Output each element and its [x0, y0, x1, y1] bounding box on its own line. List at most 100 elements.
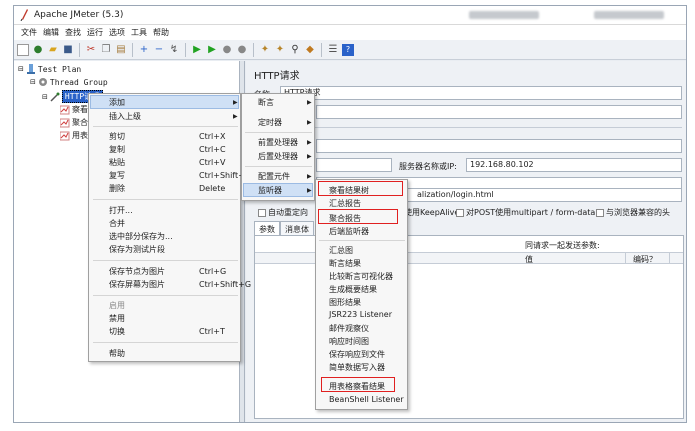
submenu-item-config-elements[interactable]: 配置元件 — [258, 171, 290, 182]
menu-edit[interactable]: 编辑 — [40, 25, 62, 40]
copy-icon[interactable]: ❐ — [100, 44, 112, 56]
toolbar-separator — [253, 42, 254, 57]
listener-generate-summary[interactable]: 生成概要结果 — [329, 284, 377, 295]
menu-file[interactable]: 文件 — [18, 25, 40, 40]
comments-field[interactable] — [316, 105, 682, 119]
auto-redirect-option[interactable]: 自动重定向 — [258, 207, 308, 218]
menu-item-duplicate[interactable]: 复写 Ctrl+Shift+C — [109, 170, 250, 181]
listener-mailer-visualizer[interactable]: 邮件观察仪 — [329, 323, 369, 334]
path-field[interactable]: alization/login.html — [386, 188, 682, 202]
menu-run[interactable]: 运行 — [84, 25, 106, 40]
window-title: Apache JMeter (5.3) — [34, 10, 124, 20]
protocol-small-field[interactable] — [316, 158, 392, 172]
save-icon[interactable]: ■ — [62, 44, 74, 56]
jmeter-feather-icon — [20, 9, 28, 21]
menu-item-copy[interactable]: 复制 Ctrl+C — [109, 144, 239, 155]
send-params-label: 同请求一起发送参数: — [525, 241, 600, 250]
function-helper-icon[interactable]: ☰ — [327, 44, 339, 56]
collapse-toggle-icon[interactable]: ⊟ — [42, 93, 48, 101]
search-icon[interactable]: ⚲ — [289, 44, 301, 56]
toolbar-separator — [132, 42, 133, 57]
listener-graph-results[interactable]: 图形结果 — [329, 297, 361, 308]
listener-jsr223[interactable]: JSR223 Listener — [329, 310, 392, 319]
menu-item-paste[interactable]: 粘贴 Ctrl+V — [109, 157, 239, 168]
menu-item-save-screen-image[interactable]: 保存屏幕为图片 Ctrl+Shift+G — [109, 279, 251, 290]
menu-item-delete[interactable]: 删除 Delete — [109, 183, 239, 194]
listener-backend-listener[interactable]: 后端监听器 — [329, 226, 369, 237]
reset-search-icon[interactable]: ◆ — [304, 44, 316, 56]
submenu-item-timers[interactable]: 定时器 — [258, 117, 282, 128]
new-icon[interactable] — [17, 43, 29, 56]
multipart-option[interactable]: 对POST使用multipart / form-data — [456, 207, 595, 218]
submenu-item-pre-processors[interactable]: 前置处理器 — [258, 137, 298, 148]
keepalive-option[interactable]: 使用KeepAlive — [404, 207, 459, 218]
menu-item-insert-parent[interactable]: 插入上级 — [109, 111, 141, 122]
menu-separator — [245, 166, 312, 167]
column-header-encode[interactable]: 编码？ — [633, 254, 657, 265]
menu-separator — [319, 240, 405, 241]
collapse-toggle-icon[interactable]: ⊟ — [30, 78, 36, 86]
menu-help[interactable]: 帮助 — [150, 25, 172, 40]
tree-node-thread-group[interactable]: ⊟ Thread Group — [30, 77, 108, 87]
submenu-item-post-processors[interactable]: 后置处理器 — [258, 151, 298, 162]
menu-item-save-as-fragment[interactable]: 保存为测试片段 — [109, 244, 165, 255]
listener-assertion-results[interactable]: 断言结果 — [329, 258, 361, 269]
menu-item-disable[interactable]: 禁用 — [109, 313, 125, 324]
menu-item-add[interactable]: 添加 — [109, 97, 125, 108]
menu-tools[interactable]: 工具 — [128, 25, 150, 40]
listener-summary-report[interactable]: 汇总报告 — [329, 198, 361, 209]
listener-simple-data-writer[interactable]: 简单数据写入器 — [329, 362, 385, 373]
menu-item-save-selection-as[interactable]: 选中部分保存为... — [109, 231, 173, 242]
listener-aggregate-graph[interactable]: 汇总图 — [329, 245, 353, 256]
server-field[interactable]: 192.168.80.102 — [466, 158, 682, 172]
menu-separator — [93, 199, 238, 200]
listener-chart-icon — [60, 118, 70, 127]
paste-icon[interactable]: ▤ — [115, 44, 127, 56]
menu-item-cut[interactable]: 剪切 Ctrl+X — [109, 131, 239, 142]
expand-icon[interactable]: + — [138, 44, 150, 56]
templates-icon[interactable]: ● — [32, 44, 44, 56]
submenu-item-listeners[interactable]: 监听器 — [258, 185, 282, 196]
menu-separator — [93, 260, 238, 261]
toggle-icon[interactable]: ↯ — [168, 44, 180, 56]
auto-redirect-checkbox[interactable] — [258, 208, 266, 217]
start-no-timers-icon[interactable]: ▶ — [206, 44, 218, 56]
shutdown-icon[interactable]: ● — [236, 44, 248, 56]
listener-response-time-graph[interactable]: 响应时间图 — [329, 336, 369, 347]
tree-node-listener[interactable]: 用表 — [60, 130, 88, 141]
column-header-value[interactable]: 值 — [525, 254, 533, 265]
tree-node-listener[interactable]: 察看 — [60, 104, 88, 115]
multipart-checkbox[interactable] — [456, 208, 464, 217]
tree-node-listener[interactable]: 聚合 — [60, 117, 88, 128]
collapse-icon[interactable]: − — [153, 44, 165, 56]
menu-search[interactable]: 查找 — [62, 25, 84, 40]
open-icon[interactable]: ▰ — [47, 44, 59, 56]
listener-comparison-visualizer[interactable]: 比较断言可视化器 — [329, 271, 393, 282]
clear-icon[interactable]: ✦ — [259, 44, 271, 56]
cut-icon[interactable]: ✂ — [85, 44, 97, 56]
submenu-item-assertions[interactable]: 断言 — [258, 97, 274, 108]
context-menu: 添加 ▶ 插入上级 ▶ 剪切 Ctrl+X 复制 Ctrl+C 粘贴 Ctrl+V 复… — [88, 93, 251, 362]
menu-item-merge[interactable]: 合并 — [109, 218, 125, 229]
clear-all-icon[interactable]: ✦ — [274, 44, 286, 56]
menu-item-open[interactable]: 打开... — [109, 205, 133, 216]
column-divider — [625, 253, 626, 264]
browser-headers-checkbox[interactable] — [596, 208, 604, 217]
help-icon[interactable]: ? — [342, 43, 354, 56]
start-icon[interactable]: ▶ — [191, 44, 203, 56]
menu-item-toggle[interactable]: 切换 Ctrl+T — [109, 326, 239, 337]
collapse-toggle-icon[interactable]: ⊟ — [18, 65, 24, 73]
stop-icon[interactable]: ● — [221, 44, 233, 56]
highlight-box-view-results-table — [321, 377, 395, 392]
submenu-arrow-icon: ▶ — [233, 99, 238, 106]
menu-options[interactable]: 选项 — [106, 25, 128, 40]
protocol-field[interactable] — [316, 139, 682, 153]
listener-save-responses[interactable]: 保存响应到文件 — [329, 349, 385, 360]
gear-icon — [38, 78, 47, 86]
tree-node-test-plan[interactable]: ⊟ Test Plan — [18, 64, 81, 74]
listener-beanshell[interactable]: BeanShell Listener — [329, 395, 404, 404]
browser-headers-option[interactable]: 与浏览器兼容的头 — [596, 207, 670, 218]
menu-item-save-node-image[interactable]: 保存节点为图片 Ctrl+G — [109, 266, 239, 277]
menu-item-help[interactable]: 帮助 — [109, 348, 125, 359]
name-field[interactable]: HTTP请求 — [280, 86, 682, 100]
